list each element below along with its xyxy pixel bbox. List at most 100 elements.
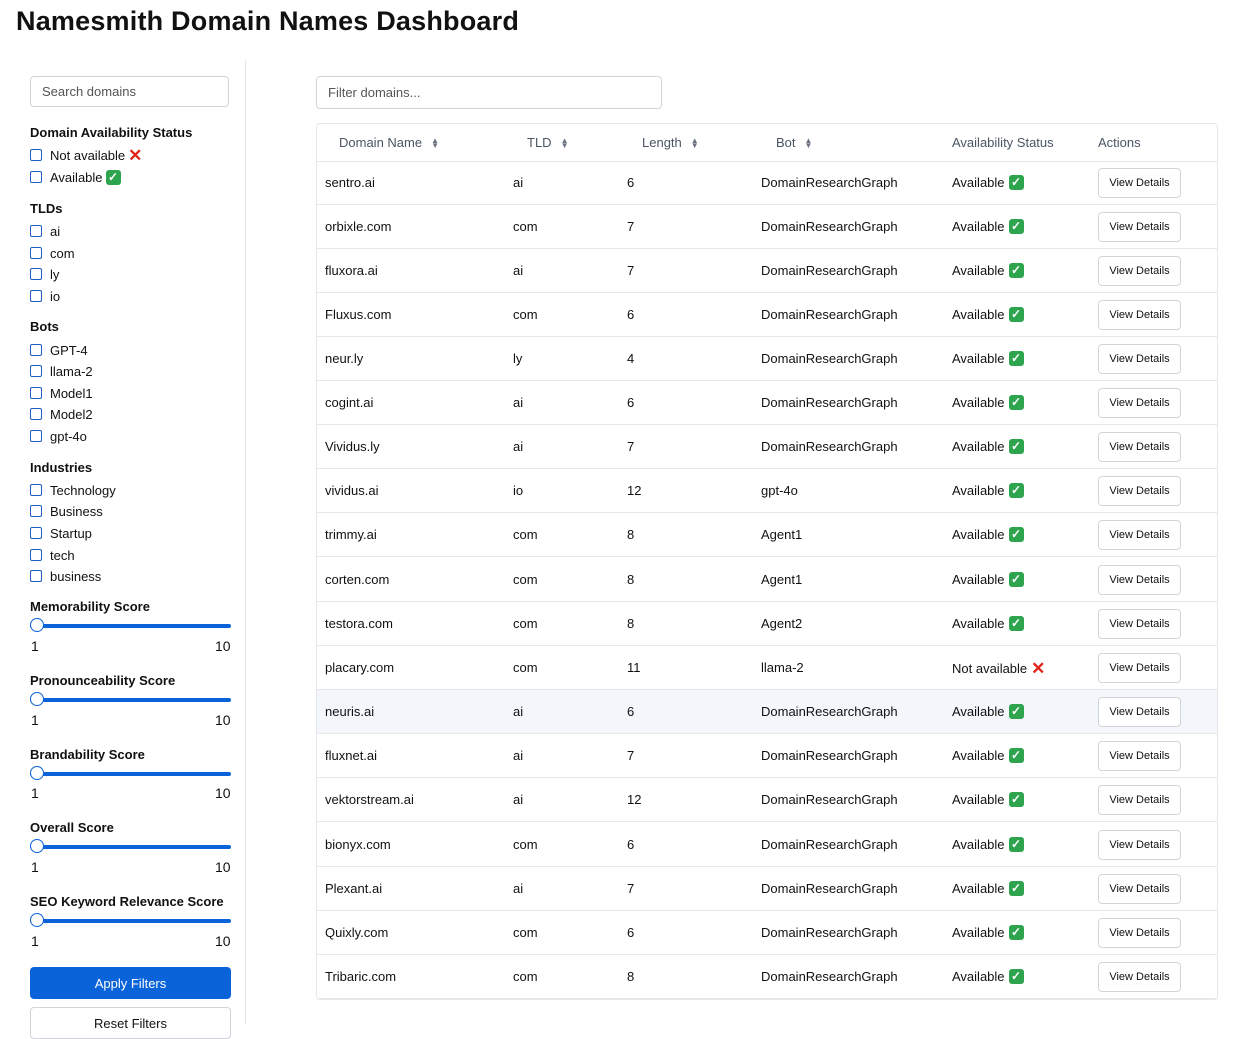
bot-option[interactable]: llama-2 bbox=[30, 363, 93, 379]
availability-option-not-available[interactable]: Not available ✕ bbox=[30, 147, 142, 164]
view-details-button[interactable]: View Details bbox=[1098, 212, 1181, 242]
seo-score-slider[interactable] bbox=[30, 913, 231, 929]
table-row[interactable]: cogint.ai ai 6 DomainResearchGraph Available… bbox=[317, 381, 1217, 425]
view-details-button[interactable]: View Details bbox=[1098, 874, 1181, 904]
check-mark-icon: ✓ bbox=[1008, 527, 1024, 542]
checkbox[interactable] bbox=[30, 505, 42, 517]
industry-option[interactable]: Technology bbox=[30, 482, 116, 498]
search-input[interactable] bbox=[30, 76, 229, 107]
score-min-label: 1 bbox=[31, 933, 39, 949]
sort-icon[interactable]: ▲ ▼ bbox=[691, 136, 699, 149]
checkbox[interactable] bbox=[30, 387, 42, 399]
sort-icon[interactable]: ▲ ▼ bbox=[805, 136, 813, 149]
industry-option[interactable]: Startup bbox=[30, 525, 92, 541]
checkbox[interactable] bbox=[30, 365, 42, 377]
tld-cell: ai bbox=[513, 263, 524, 278]
view-details-button[interactable]: View Details bbox=[1098, 300, 1181, 330]
filter-domains-input[interactable] bbox=[316, 76, 662, 109]
table-row[interactable]: Quixly.com com 6 DomainResearchGraph Availab… bbox=[317, 911, 1217, 955]
availability-status-text: Available bbox=[952, 263, 1005, 278]
slider-handle[interactable] bbox=[30, 618, 44, 632]
table-row[interactable]: Plexant.ai ai 7 DomainResearchGraph Availabl… bbox=[317, 867, 1217, 911]
table-row[interactable]: trimmy.ai com 8 Agent1 Available ✓ View Detail… bbox=[317, 513, 1217, 557]
view-details-button[interactable]: View Details bbox=[1098, 785, 1181, 815]
table-row[interactable]: fluxora.ai ai 7 DomainResearchGraph Availabl… bbox=[317, 249, 1217, 293]
bot-option[interactable]: GPT-4 bbox=[30, 342, 88, 358]
table-row[interactable]: Fluxus.com com 6 DomainResearchGraph Availab… bbox=[317, 293, 1217, 337]
sort-icon[interactable]: ▲ ▼ bbox=[431, 136, 439, 149]
header-bot[interactable]: Bot ▲ ▼ bbox=[776, 135, 812, 150]
header-tld[interactable]: TLD ▲ ▼ bbox=[527, 135, 568, 150]
table-row[interactable]: sentro.ai ai 6 DomainResearchGraph Available… bbox=[317, 161, 1217, 205]
bot-cell: Agent2 bbox=[761, 616, 803, 631]
table-row[interactable]: neuris.ai ai 6 DomainResearchGraph Available… bbox=[317, 690, 1217, 734]
view-details-button[interactable]: View Details bbox=[1098, 476, 1181, 506]
table-row[interactable]: bionyx.com com 6 DomainResearchGraph Availab… bbox=[317, 823, 1217, 867]
bot-option[interactable]: gpt-4o bbox=[30, 428, 87, 444]
checkbox[interactable] bbox=[30, 408, 42, 420]
reset-filters-button[interactable]: Reset Filters bbox=[30, 1007, 231, 1039]
header-domain-name[interactable]: Domain Name ▲ ▼ bbox=[339, 135, 439, 150]
table-row[interactable]: vividus.ai io 12 gpt-4o Available ✓ View Detai… bbox=[317, 469, 1217, 513]
view-details-button[interactable]: View Details bbox=[1098, 741, 1181, 771]
checkbox[interactable] bbox=[30, 430, 42, 442]
checkbox[interactable] bbox=[30, 268, 42, 280]
bot-option[interactable]: Model1 bbox=[30, 385, 93, 401]
checkbox[interactable] bbox=[30, 549, 42, 561]
table-row[interactable]: Tribaric.com com 8 DomainResearchGraph Avail… bbox=[317, 955, 1217, 999]
view-details-button[interactable]: View Details bbox=[1098, 520, 1181, 550]
checkbox[interactable] bbox=[30, 484, 42, 496]
industry-option[interactable]: business bbox=[30, 568, 101, 584]
header-length[interactable]: Length ▲ ▼ bbox=[642, 135, 699, 150]
table-row[interactable]: fluxnet.ai ai 7 DomainResearchGraph Availabl… bbox=[317, 734, 1217, 778]
sort-icon[interactable]: ▲ ▼ bbox=[561, 136, 569, 149]
checkbox-label: gpt-4o bbox=[50, 428, 87, 444]
tld-cell: com bbox=[513, 969, 538, 984]
industry-option[interactable]: Business bbox=[30, 503, 103, 519]
view-details-button[interactable]: View Details bbox=[1098, 962, 1181, 992]
length-cell: 8 bbox=[627, 527, 635, 542]
view-details-button[interactable]: View Details bbox=[1098, 697, 1181, 727]
memorability-score-slider[interactable] bbox=[30, 618, 231, 634]
pronounceability-score-slider[interactable] bbox=[30, 692, 231, 708]
slider-handle[interactable] bbox=[30, 692, 44, 706]
checkbox[interactable] bbox=[30, 171, 42, 183]
checkbox[interactable] bbox=[30, 247, 42, 259]
view-details-button[interactable]: View Details bbox=[1098, 168, 1181, 198]
view-details-button[interactable]: View Details bbox=[1098, 388, 1181, 418]
table-row[interactable]: neur.ly ly 4 DomainResearchGraph Available ✓ V… bbox=[317, 337, 1217, 381]
slider-handle[interactable] bbox=[30, 839, 44, 853]
checkbox[interactable] bbox=[30, 344, 42, 356]
table-row[interactable]: Vividus.ly ai 7 DomainResearchGraph Availabl… bbox=[317, 425, 1217, 469]
apply-filters-button[interactable]: Apply Filters bbox=[30, 967, 231, 999]
checkbox[interactable] bbox=[30, 290, 42, 302]
table-row[interactable]: orbixle.com com 7 DomainResearchGraph Availa… bbox=[317, 205, 1217, 249]
view-details-button[interactable]: View Details bbox=[1098, 609, 1181, 639]
view-details-button[interactable]: View Details bbox=[1098, 344, 1181, 374]
availability-option-available[interactable]: Available ✓ bbox=[30, 169, 121, 185]
view-details-button[interactable]: View Details bbox=[1098, 830, 1181, 860]
checkbox[interactable] bbox=[30, 570, 42, 582]
industry-option[interactable]: tech bbox=[30, 547, 75, 563]
view-details-button[interactable]: View Details bbox=[1098, 653, 1181, 683]
brandability-score-slider[interactable] bbox=[30, 766, 231, 782]
view-details-button[interactable]: View Details bbox=[1098, 432, 1181, 462]
bot-option[interactable]: Model2 bbox=[30, 406, 93, 422]
overall-score-slider[interactable] bbox=[30, 839, 231, 855]
slider-handle[interactable] bbox=[30, 766, 44, 780]
tld-option[interactable]: ly bbox=[30, 266, 59, 282]
checkbox[interactable] bbox=[30, 149, 42, 161]
view-details-button[interactable]: View Details bbox=[1098, 918, 1181, 948]
checkbox[interactable] bbox=[30, 527, 42, 539]
view-details-button[interactable]: View Details bbox=[1098, 565, 1181, 595]
table-row[interactable]: corten.com com 8 Agent1 Available ✓ View Detai… bbox=[317, 558, 1217, 602]
tld-option[interactable]: com bbox=[30, 245, 75, 261]
table-row[interactable]: placary.com com 11 llama-2 Not available ✕ Vie… bbox=[317, 646, 1217, 690]
tld-option[interactable]: io bbox=[30, 288, 60, 304]
view-details-button[interactable]: View Details bbox=[1098, 256, 1181, 286]
table-row[interactable]: testora.com com 8 Agent2 Available ✓ View Deta… bbox=[317, 602, 1217, 646]
tld-option[interactable]: ai bbox=[30, 223, 60, 239]
slider-handle[interactable] bbox=[30, 913, 44, 927]
table-row[interactable]: vektorstream.ai ai 12 DomainResearchGraph Av… bbox=[317, 778, 1217, 822]
checkbox[interactable] bbox=[30, 225, 42, 237]
